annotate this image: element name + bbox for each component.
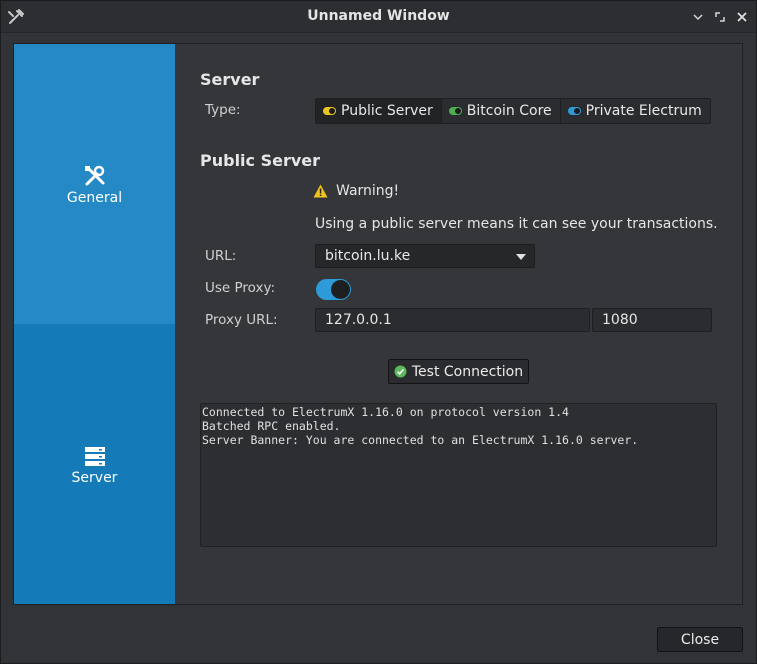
- warning-text: Using a public server means it can see y…: [315, 216, 718, 232]
- minimize-icon[interactable]: [689, 8, 707, 26]
- server-heading: Server: [200, 70, 260, 89]
- use-proxy-label: Use Proxy:: [205, 280, 276, 296]
- preferences-frame: General Server Server Type: Public Serve…: [13, 43, 743, 605]
- type-option-label: Bitcoin Core: [466, 103, 552, 119]
- url-value: bitcoin.lu.ke: [325, 248, 411, 264]
- proxy-host-field[interactable]: 127.0.0.1: [315, 308, 590, 332]
- public-server-heading: Public Server: [200, 151, 321, 170]
- toggle-knob: [331, 280, 350, 299]
- type-public-server-button[interactable]: Public Server: [316, 99, 442, 123]
- window: Unnamed Window General Server Server Typ…: [0, 0, 757, 664]
- warning-icon: [313, 184, 328, 198]
- type-option-label: Private Electrum: [585, 103, 702, 119]
- type-label: Type:: [205, 102, 241, 118]
- proxy-port-value: 1080: [602, 312, 638, 328]
- sidebar-item-label: Server: [71, 470, 118, 486]
- maximize-icon[interactable]: [711, 8, 729, 26]
- sidebar-item-general[interactable]: General: [14, 44, 175, 324]
- type-option-label: Public Server: [341, 103, 433, 119]
- tools-icon: [85, 165, 105, 186]
- proxy-url-label: Proxy URL:: [205, 312, 278, 328]
- test-connection-button[interactable]: Test Connection: [388, 359, 529, 384]
- proxy-host-value: 127.0.0.1: [325, 312, 392, 328]
- window-title: Unnamed Window: [307, 8, 450, 24]
- sidebar-item-server[interactable]: Server: [14, 324, 175, 604]
- close-icon[interactable]: [733, 8, 751, 26]
- proxy-port-field[interactable]: 1080: [592, 308, 712, 332]
- warning-row: Warning!: [313, 183, 399, 199]
- toggle-dot-icon: [448, 107, 462, 115]
- type-bitcoin-core-button[interactable]: Bitcoin Core: [442, 99, 561, 123]
- connection-log[interactable]: Connected to ElectrumX 1.16.0 on protoco…: [200, 403, 717, 547]
- close-button-label: Close: [680, 631, 720, 648]
- server-icon: [85, 447, 105, 466]
- server-settings-panel: Server Type: Public Server Bitcoin Core …: [175, 44, 742, 604]
- chevron-down-icon: [516, 254, 526, 260]
- check-circle-icon: [394, 365, 407, 378]
- test-connection-label: Test Connection: [411, 363, 524, 380]
- sidebar: General Server: [14, 44, 175, 604]
- url-combobox[interactable]: bitcoin.lu.ke: [315, 244, 535, 268]
- warning-title: Warning!: [336, 183, 400, 199]
- close-button[interactable]: Close: [657, 627, 743, 652]
- sidebar-item-label: General: [66, 190, 123, 206]
- toggle-dot-icon: [323, 107, 336, 115]
- url-label: URL:: [205, 248, 237, 264]
- title-bar[interactable]: Unnamed Window: [1, 1, 756, 33]
- type-private-electrum-button[interactable]: Private Electrum: [561, 99, 710, 123]
- use-proxy-toggle[interactable]: [316, 279, 351, 300]
- toggle-dot-icon: [567, 107, 581, 115]
- server-type-selector: Public Server Bitcoin Core Private Elect…: [315, 98, 711, 124]
